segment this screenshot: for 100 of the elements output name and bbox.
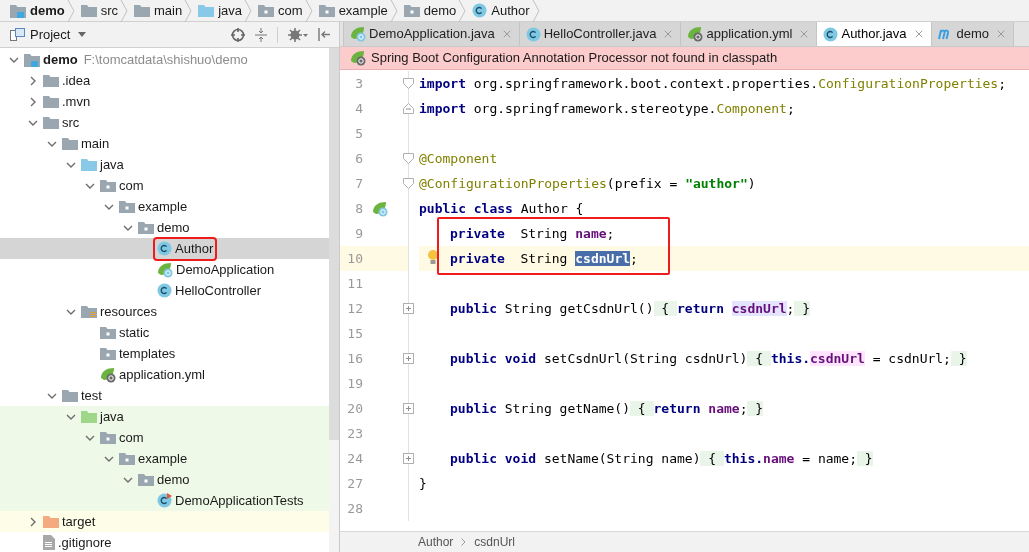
package-icon [100,326,116,339]
tree-item[interactable]: example [0,196,329,217]
tree-item-label: src [62,113,80,132]
gear-icon[interactable] [288,27,308,42]
breadcrumb-item[interactable]: Author [418,533,454,551]
editor-tab[interactable]: DemoApplication.java [343,22,520,46]
line-number: 5 [354,124,363,143]
breadcrumb-separator-icon [458,0,467,22]
tree-item[interactable]: target [0,511,329,532]
tree-item[interactable]: com [0,427,329,448]
panel-title[interactable]: Project [30,24,71,45]
line-number: 27 [346,474,363,493]
warning-text: Spring Boot Configuration Annotation Processor not found in classpath [371,49,778,68]
line-number: 9 [354,224,363,243]
tree-item[interactable]: DemoApplicationTests [0,490,329,511]
fold-marker-icon[interactable] [403,153,414,164]
class-icon [157,241,172,256]
tree-item[interactable]: .mvn [0,91,329,112]
tree-item-label: Author [175,239,214,258]
line-number: 10 [346,249,363,268]
tree-item[interactable]: com [0,175,329,196]
scrollbar-thumb[interactable] [329,48,339,440]
fold-marker-icon[interactable] [403,78,414,89]
code-line: } [419,474,427,493]
editor-tab[interactable]: application.yml [680,22,818,46]
tree-item[interactable]: example [0,448,329,469]
tree-item[interactable]: demo [0,217,329,238]
code-line: public void setCsdnUrl(String csdnUrl) { this.csdnUrl = csdnUrl; } [450,349,967,368]
line-number: 19 [346,374,363,393]
tree-item[interactable]: HelloController [0,280,329,301]
spring-bean-icon [371,200,388,217]
tree-item[interactable]: demo [0,469,329,490]
expand-fold-icon[interactable] [403,453,414,464]
breadcrumb-item[interactable]: demo [8,0,67,21]
tree-item[interactable]: Author [0,238,329,259]
tree-item-label: .mvn [62,92,91,111]
breadcrumb-separator-icon [66,0,75,22]
tree-item[interactable]: templates [0,343,329,364]
tree-item-label: templates [119,344,176,363]
tree-item[interactable]: main [0,133,329,154]
editor-tab[interactable]: HelloController.java [518,22,682,46]
line-number: 4 [354,99,363,118]
expand-fold-icon[interactable] [403,353,414,364]
spring-leaf-icon [350,50,366,66]
expand-fold-icon[interactable] [403,403,414,414]
line-number: 28 [346,499,363,518]
line-number: 7 [354,174,363,193]
tree-item-label: demo [157,470,190,489]
editor-tab[interactable]: Author.java [816,22,932,46]
tree-item[interactable]: java [0,154,329,175]
fold-marker-icon[interactable] [403,178,414,189]
breadcrumb-item[interactable]: src [66,0,120,21]
line-number: 20 [346,399,363,418]
hide-panel-icon[interactable] [318,28,331,41]
line-number: 16 [346,349,363,368]
test-folder-icon [81,410,97,423]
tree-item[interactable]: .idea [0,70,329,91]
source-folder-icon [198,4,215,17]
folder-icon [43,116,59,129]
breadcrumb-item[interactable]: csdnUrl [474,533,516,551]
line-number: 8 [354,199,363,218]
breadcrumb-separator-icon [244,0,253,22]
tree-item[interactable]: resources [0,301,329,322]
tree-item[interactable]: .gitignore [0,532,329,552]
breadcrumb-item[interactable]: com [244,0,305,21]
module-icon [24,52,40,67]
excluded-folder-icon [43,515,59,528]
tree-item[interactable]: demo F:\tomcatdata\shishuo\demo [0,49,329,70]
collapse-all-icon[interactable] [255,27,267,42]
tree-item-label: DemoApplicationTests [175,491,304,510]
tree-item-label: java [100,407,124,426]
expand-fold-icon[interactable] [403,303,414,314]
code-line: @ConfigurationProperties(prefix = "author") [419,174,756,193]
breadcrumb-separator-icon [184,0,193,22]
scrollbar[interactable] [329,48,339,552]
line-number: 11 [346,274,363,293]
code-line: private String csdnUrl; [450,249,638,268]
breadcrumb-item[interactable]: main [120,0,185,21]
breadcrumb-item[interactable]: java [184,0,245,21]
tree-item[interactable]: src [0,112,329,133]
class-icon [823,26,839,42]
code-line: public void setName(String name) { this.name = name; } [450,449,873,468]
tree-item[interactable]: test [0,385,329,406]
lightbulb-icon[interactable] [427,249,439,265]
package-icon [318,4,335,17]
project-view-icon [10,28,25,41]
breadcrumb-item[interactable]: example [304,0,390,21]
chevron-icon [461,538,467,546]
breadcrumb-item[interactable]: Author [458,0,532,21]
tree-item[interactable]: static [0,322,329,343]
fold-marker-icon[interactable] [403,103,414,114]
editor-tab[interactable]: demo [930,22,1015,46]
locate-icon[interactable] [231,27,245,42]
tree-item[interactable]: java [0,406,329,427]
line-number: 15 [346,324,363,343]
breadcrumb-item[interactable]: demo [389,0,459,21]
tree-item-label: HelloController [175,281,261,300]
tree-item[interactable]: application.yml [0,364,329,385]
tree-item[interactable]: DemoApplication [0,259,329,280]
dropdown-caret-icon[interactable] [78,32,87,37]
